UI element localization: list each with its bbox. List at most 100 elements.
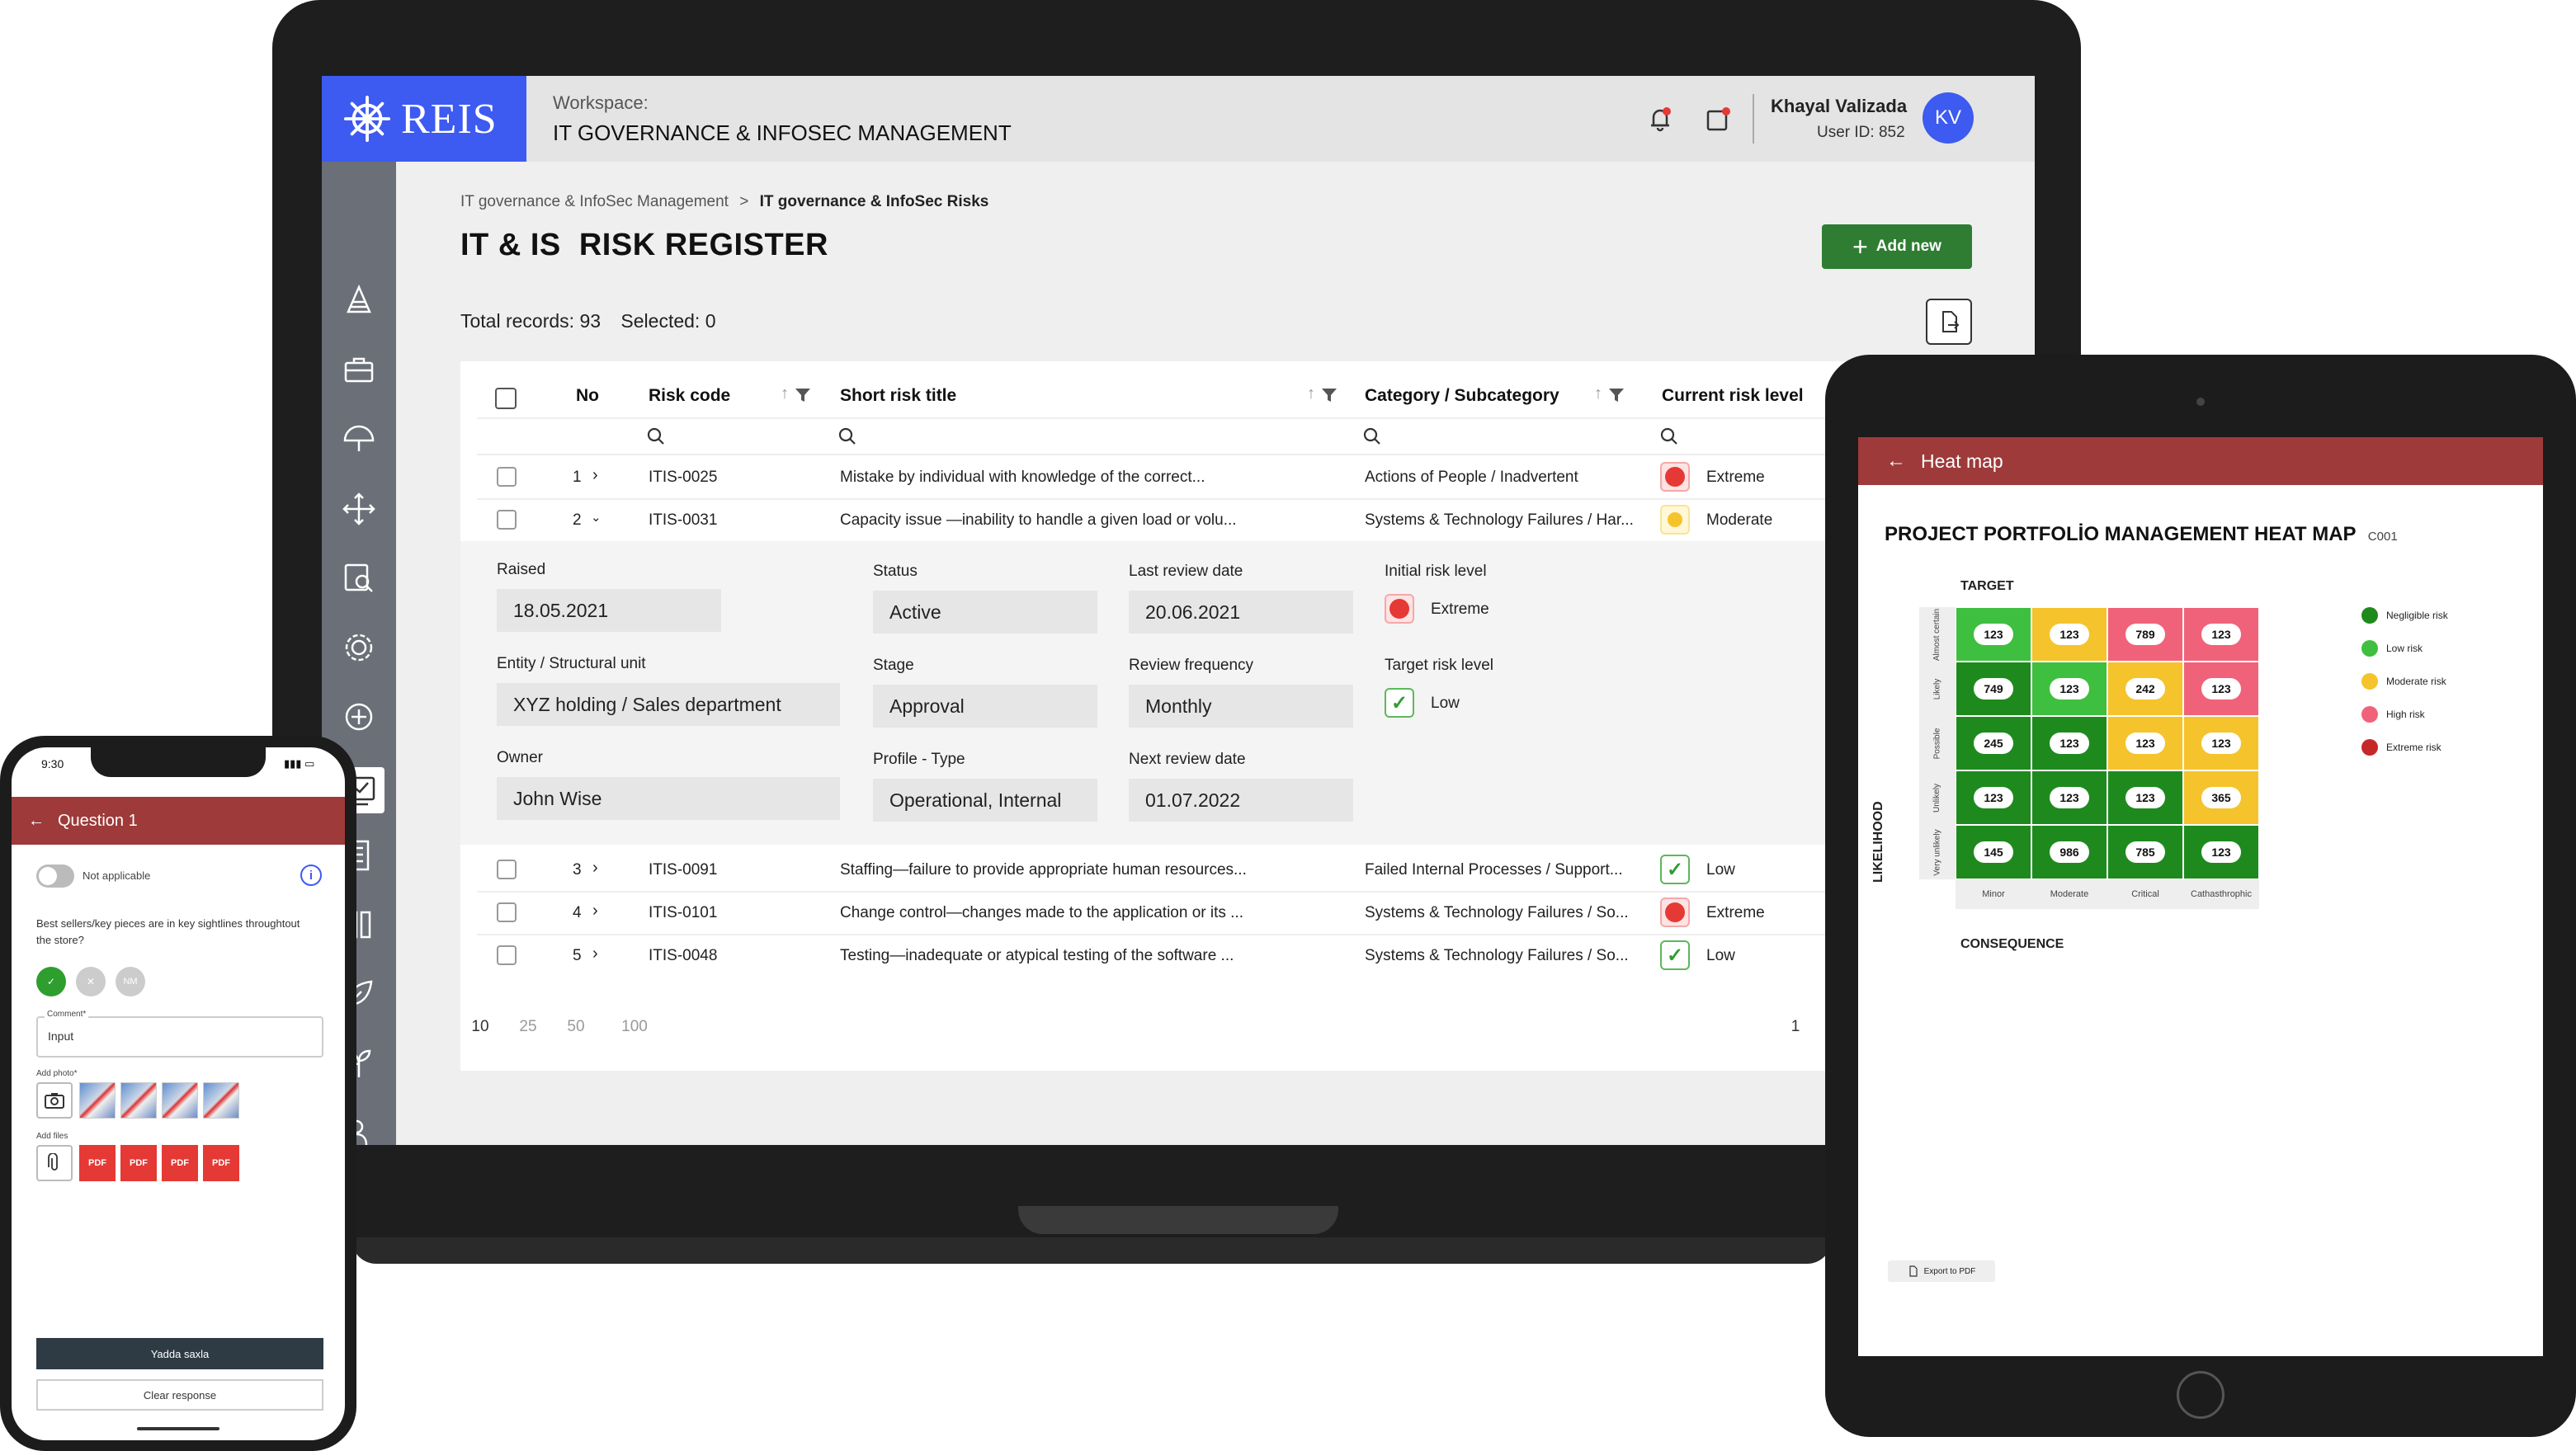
heatmap-cell[interactable]: 123 (2031, 662, 2107, 716)
heatmap-cell[interactable]: 986 (2031, 825, 2107, 879)
heatmap-cell[interactable]: 123 (2031, 770, 2107, 825)
search-icon[interactable] (1361, 426, 1383, 447)
heatmap-cell[interactable]: 123 (2183, 825, 2259, 879)
heatmap-cell[interactable]: 123 (2183, 607, 2259, 662)
pdf-file[interactable]: PDF (203, 1145, 239, 1181)
comment-input[interactable]: Input (36, 1016, 323, 1058)
export-pdf-button[interactable]: Export to PDF (1888, 1260, 1995, 1282)
stage-field[interactable]: Approval (873, 685, 1097, 728)
heatmap-cell[interactable]: 123 (2183, 716, 2259, 770)
page-size-100[interactable]: 100 (611, 1013, 658, 1041)
table-row[interactable]: 5 › ITIS-0048 Testing—inadequate or atyp… (460, 934, 2035, 977)
status-field[interactable]: Active (873, 591, 1097, 634)
avatar[interactable]: KV (1923, 92, 1974, 144)
page-size-50[interactable]: 50 (556, 1013, 596, 1041)
camera-icon[interactable] (36, 1082, 73, 1119)
tablet-home-button[interactable] (2177, 1371, 2225, 1419)
info-icon[interactable]: i (300, 864, 322, 886)
search-icon[interactable] (1658, 426, 1680, 447)
answer-nm-button[interactable]: NM (116, 967, 145, 996)
logo[interactable]: REIS (322, 76, 526, 162)
pdf-file[interactable]: PDF (162, 1145, 198, 1181)
filter-icon[interactable] (794, 386, 812, 404)
chevron-right-icon[interactable]: › (592, 466, 598, 485)
chevron-right-icon[interactable]: › (592, 902, 598, 921)
back-arrow-icon[interactable]: ← (1886, 450, 1906, 473)
bell-icon[interactable] (1645, 104, 1675, 134)
heatmap-cell[interactable]: 242 (2107, 662, 2183, 716)
page-size-10[interactable]: 10 (460, 1013, 500, 1041)
profile-field[interactable]: Operational, Internal (873, 779, 1097, 822)
chevron-down-icon[interactable]: ⌄ (591, 510, 602, 525)
row-checkbox[interactable] (497, 467, 517, 487)
heatmap-cell[interactable]: 789 (2107, 607, 2183, 662)
clear-response-button[interactable]: Clear response (36, 1379, 323, 1411)
heatmap-cell[interactable]: 123 (2107, 716, 2183, 770)
shield-gear-icon[interactable] (340, 629, 378, 667)
export-button[interactable] (1926, 299, 1972, 345)
heatmap-cell[interactable]: 123 (2183, 662, 2259, 716)
heatmap-cell[interactable]: 123 (2107, 770, 2183, 825)
notification-box-icon[interactable] (1703, 104, 1733, 134)
heatmap-cell[interactable]: 123 (1956, 607, 2031, 662)
raised-field[interactable]: 18.05.2021 (497, 589, 721, 632)
chevron-right-icon[interactable]: › (592, 859, 598, 878)
photo-thumbnail[interactable] (120, 1082, 157, 1119)
row-checkbox[interactable] (497, 945, 517, 965)
heatmap-cell[interactable]: 785 (2107, 825, 2183, 879)
breadcrumb-parent[interactable]: IT governance & InfoSec Management (460, 193, 729, 210)
table-row[interactable]: 3 › ITIS-0091 Staffing—failure to provid… (460, 848, 2035, 891)
sidebar-item-governance-icon[interactable] (340, 282, 378, 320)
last-review-field[interactable]: 20.06.2021 (1129, 591, 1353, 634)
save-button[interactable]: Yadda saxla (36, 1338, 323, 1369)
next-review-field[interactable]: 01.07.2022 (1129, 779, 1353, 822)
row-checkbox[interactable] (497, 510, 517, 530)
umbrella-icon[interactable] (340, 421, 378, 459)
owner-field[interactable]: John Wise (497, 777, 840, 820)
row-checkbox[interactable] (497, 902, 517, 922)
move-icon[interactable] (340, 490, 378, 528)
filter-icon[interactable] (1607, 386, 1625, 404)
entity-field[interactable]: XYZ holding / Sales department (497, 683, 840, 726)
add-new-button[interactable]: + Add new (1822, 224, 1972, 269)
sort-icon[interactable]: ↑ (1307, 384, 1315, 403)
select-all-checkbox[interactable] (495, 388, 517, 409)
answer-no-button[interactable]: ✕ (76, 967, 106, 996)
briefcase-icon[interactable] (340, 351, 378, 389)
heatmap-cell[interactable]: 749 (1956, 662, 2031, 716)
back-arrow-icon[interactable]: ← (28, 812, 45, 831)
audit-search-icon[interactable] (340, 559, 378, 597)
photo-thumbnail[interactable] (79, 1082, 116, 1119)
current-page[interactable]: 1 (1776, 1013, 1815, 1041)
column-header-category[interactable]: Category / Subcategory (1365, 386, 1559, 406)
search-icon[interactable] (837, 426, 858, 447)
not-applicable-toggle[interactable] (36, 864, 74, 888)
sort-icon[interactable]: ↑ (1594, 384, 1602, 403)
heatmap-cell[interactable]: 145 (1956, 825, 2031, 879)
frequency-field[interactable]: Monthly (1129, 685, 1353, 728)
table-row[interactable]: 2 ⌄ ITIS-0031 Capacity issue —inability … (460, 498, 2035, 541)
answer-yes-button[interactable]: ✓ (36, 967, 66, 996)
photo-thumbnail[interactable] (203, 1082, 239, 1119)
heatmap-cell[interactable]: 123 (2031, 607, 2107, 662)
paperclip-icon[interactable] (36, 1145, 73, 1181)
pdf-file[interactable]: PDF (79, 1145, 116, 1181)
heatmap-cell[interactable]: 123 (1956, 770, 2031, 825)
column-header-short-title[interactable]: Short risk title (840, 386, 956, 406)
column-header-risk-code[interactable]: Risk code (649, 386, 730, 406)
photo-thumbnail[interactable] (162, 1082, 198, 1119)
table-row[interactable]: 4 › ITIS-0101 Change control—changes mad… (460, 891, 2035, 934)
search-icon[interactable] (645, 426, 667, 447)
heatmap-cell[interactable]: 245 (1956, 716, 2031, 770)
sort-icon[interactable]: ↑ (781, 384, 789, 403)
pdf-file[interactable]: PDF (120, 1145, 157, 1181)
column-header-current-level[interactable]: Current risk level (1662, 386, 1804, 406)
filter-icon[interactable] (1320, 386, 1338, 404)
column-header-no[interactable]: No (576, 386, 599, 406)
table-row[interactable]: 1 › ITIS-0025 Mistake by individual with… (460, 455, 2035, 498)
chevron-right-icon[interactable]: › (592, 945, 598, 963)
compass-icon[interactable] (340, 698, 378, 736)
heatmap-cell[interactable]: 365 (2183, 770, 2259, 825)
heatmap-cell[interactable]: 123 (2031, 716, 2107, 770)
row-checkbox[interactable] (497, 860, 517, 879)
